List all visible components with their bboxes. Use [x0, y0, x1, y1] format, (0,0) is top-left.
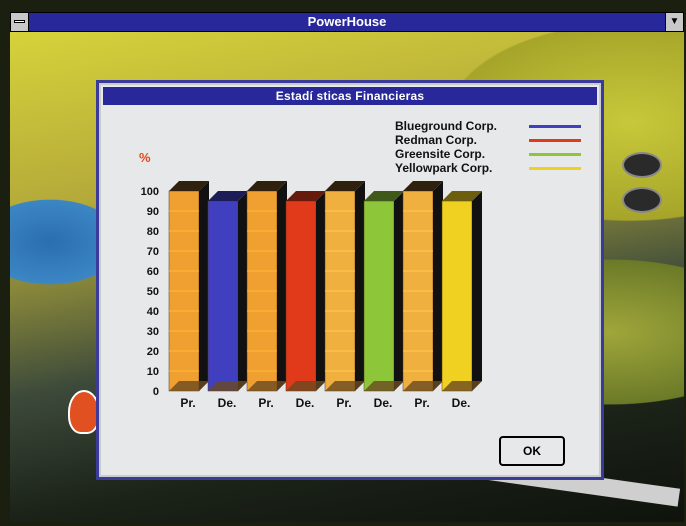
- bar: [441, 200, 473, 392]
- legend-label: Redman Corp.: [395, 133, 478, 147]
- storage-tank-image: [622, 187, 662, 213]
- bar-side: [199, 181, 209, 391]
- y-tick-label: 10: [147, 366, 159, 378]
- minimize-button[interactable]: ▼: [665, 13, 683, 31]
- bar-chart-svg: 0 10 20 30 40 50 60 70 80 90 100 Pr. De. Pr. De. Pr. De.…: [141, 181, 482, 410]
- x-tick-label: Pr.: [258, 396, 273, 410]
- legend-swatch: [529, 167, 581, 170]
- ok-button[interactable]: OK: [499, 436, 565, 466]
- y-axis-unit: %: [139, 150, 151, 165]
- y-tick-label: 90: [147, 206, 159, 218]
- bar-side: [472, 191, 482, 391]
- dialog-title-bar[interactable]: Estadí sticas Financieras: [103, 87, 597, 105]
- bar: [207, 200, 239, 392]
- legend-swatch: [529, 125, 581, 128]
- legend-swatch: [529, 139, 581, 142]
- bar-side: [394, 191, 404, 391]
- x-tick-label: Pr.: [414, 396, 429, 410]
- x-tick-label: De.: [218, 396, 237, 410]
- legend-label: Greensite Corp.: [395, 147, 486, 161]
- y-tick-label: 30: [147, 326, 159, 338]
- x-tick-label: Pr.: [336, 396, 351, 410]
- legend-item: Greensite Corp.: [395, 147, 595, 161]
- y-tick-label: 100: [141, 186, 159, 198]
- bar-side: [238, 191, 248, 391]
- dialog-title: Estadí sticas Financieras: [275, 89, 425, 103]
- y-tick-label: 20: [147, 346, 159, 358]
- x-tick-label: De.: [374, 396, 393, 410]
- legend-label: Blueground Corp.: [395, 119, 497, 133]
- x-tick-label: De.: [296, 396, 315, 410]
- y-tick-label: 40: [147, 306, 159, 318]
- financial-stats-dialog: Estadí sticas Financieras Blueground Cor…: [96, 80, 604, 480]
- bar-side: [277, 181, 287, 391]
- minimize-arrow-icon: ▼: [669, 16, 680, 27]
- bar: [285, 200, 317, 392]
- x-tick-label: Pr.: [180, 396, 195, 410]
- y-tick-label: 60: [147, 266, 159, 278]
- bar-chart: 0 10 20 30 40 50 60 70 80 90 100 Pr. De. Pr. De. Pr. De.…: [135, 173, 495, 413]
- legend-item: Blueground Corp.: [395, 119, 595, 133]
- bar: [363, 200, 395, 392]
- y-tick-label: 70: [147, 246, 159, 258]
- window-title: PowerHouse: [307, 14, 387, 29]
- y-tick-label: 0: [153, 386, 159, 398]
- legend-item: Redman Corp.: [395, 133, 595, 147]
- bar-side: [316, 191, 326, 391]
- window-title-bar[interactable]: PowerHouse ▼: [10, 12, 684, 32]
- storage-tank-image: [622, 152, 662, 178]
- x-tick-label: De.: [452, 396, 471, 410]
- chart-legend: Blueground Corp. Redman Corp. Greensite …: [395, 119, 595, 175]
- y-tick-label: 80: [147, 226, 159, 238]
- legend-swatch: [529, 153, 581, 156]
- y-tick-label: 50: [147, 286, 159, 298]
- bar-side: [433, 181, 443, 391]
- bar-side: [355, 181, 365, 391]
